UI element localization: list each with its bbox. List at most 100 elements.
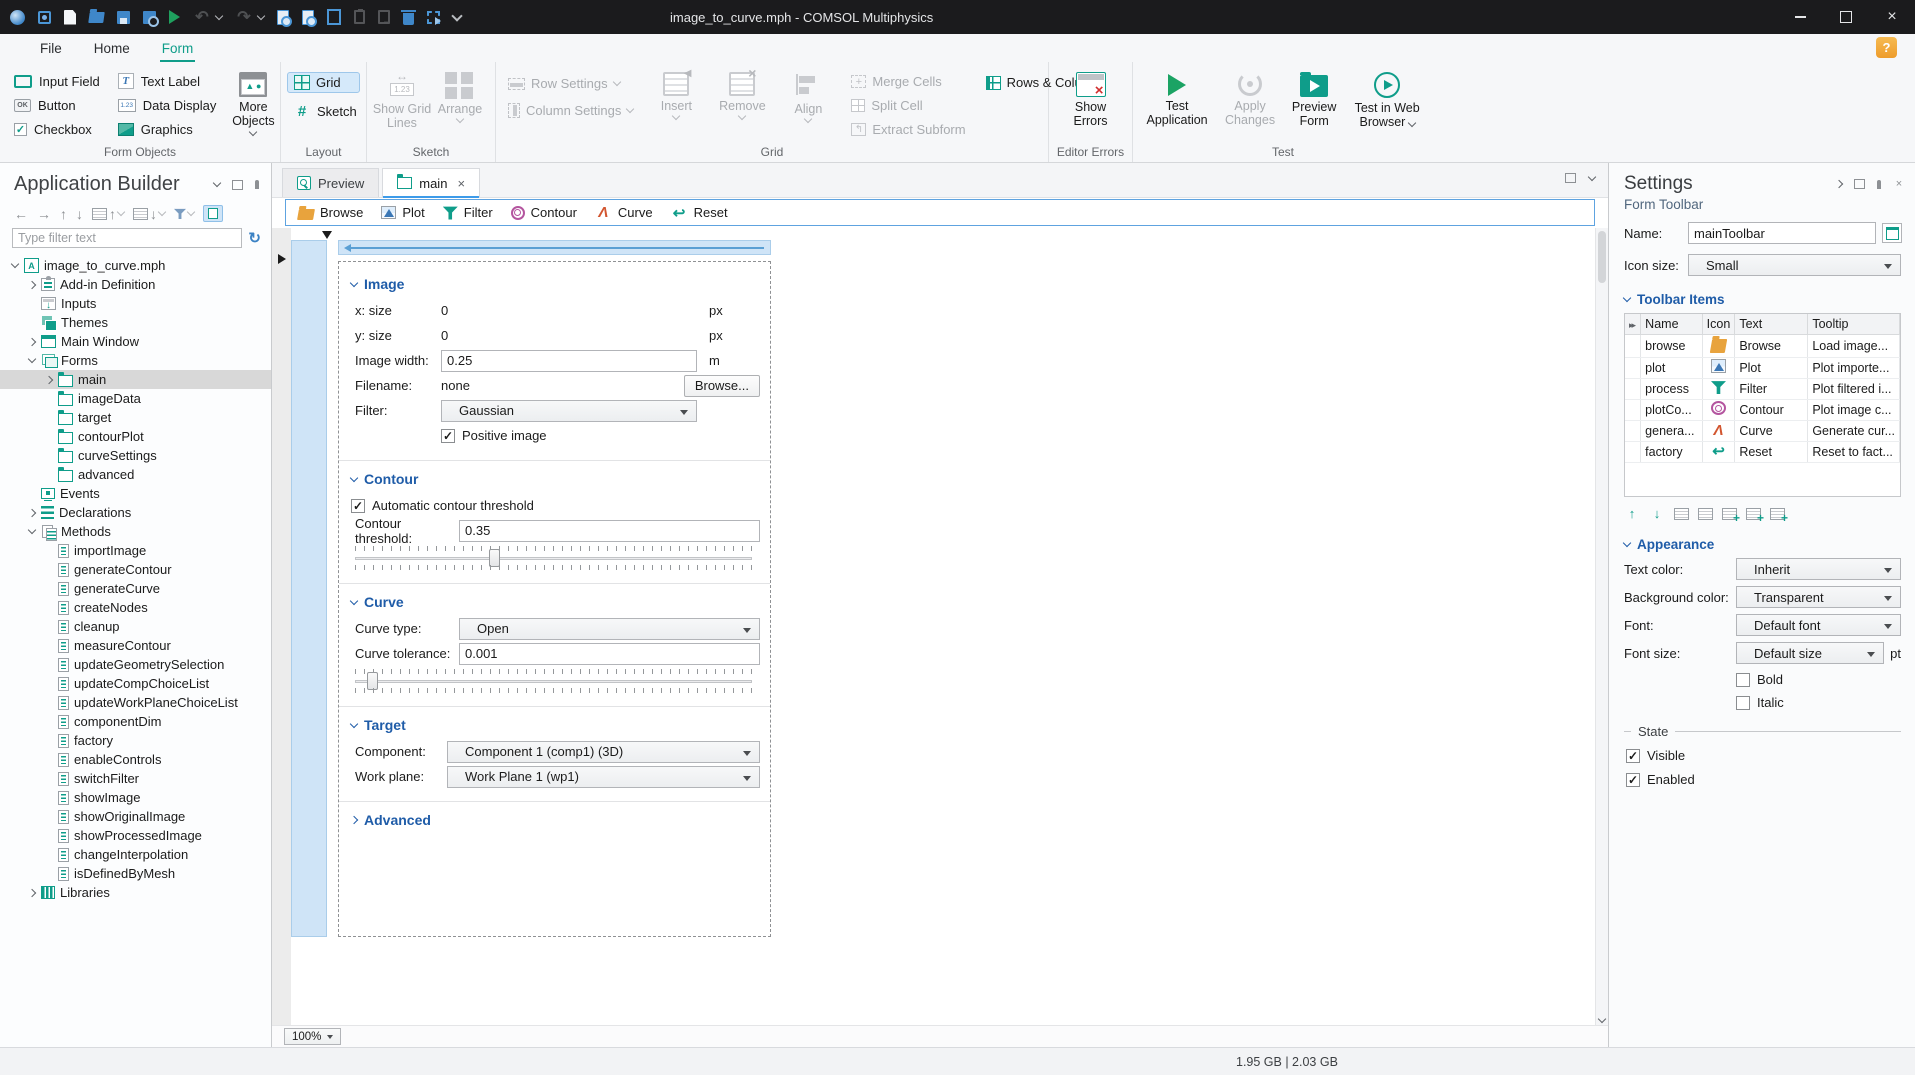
collapse-icon[interactable] <box>1586 172 1598 184</box>
tree-item-changeInterpolation[interactable]: changeInterpolation <box>0 845 271 864</box>
pin-icon[interactable] <box>251 179 263 191</box>
test-web-browser-button[interactable]: Test in Web Browser <box>1347 68 1427 134</box>
add-item-icon[interactable] <box>1722 507 1740 525</box>
contour-slider[interactable] <box>355 545 752 571</box>
sketch-mode-button[interactable]: Sketch <box>287 101 360 121</box>
insert-button[interactable]: Insert <box>647 68 705 123</box>
delete-icon[interactable] <box>401 9 416 25</box>
tree-item-main[interactable]: main <box>0 370 271 389</box>
merge-cells-button[interactable]: Merge Cells <box>845 72 971 91</box>
align-button[interactable]: Align <box>779 68 837 126</box>
scroll-down-icon[interactable] <box>1597 1014 1607 1024</box>
preview-form-button[interactable]: Preview Form <box>1285 68 1343 133</box>
tree-item-showProcessedImage[interactable]: showProcessedImage <box>0 826 271 845</box>
show-grid-lines-button[interactable]: Show Grid Lines <box>373 68 431 135</box>
tree-item-updateCompChoiceList[interactable]: updateCompChoiceList <box>0 674 271 693</box>
tree-item-Declarations[interactable]: Declarations <box>0 503 271 522</box>
tree-item-contourPlot[interactable]: contourPlot <box>0 427 271 446</box>
vertical-scrollbar[interactable] <box>1595 228 1608 1025</box>
close-icon[interactable]: × <box>1893 178 1905 190</box>
run-icon[interactable] <box>169 10 180 24</box>
redo-icon[interactable] <box>235 8 253 26</box>
move-up-icon[interactable]: ↑ <box>1624 506 1640 521</box>
expander-icon[interactable] <box>27 280 36 289</box>
tree-item-generateCurve[interactable]: generateCurve <box>0 579 271 598</box>
table-row[interactable]: plotCo... Contour Plot image c... <box>1625 399 1900 421</box>
float-icon[interactable] <box>1564 172 1576 184</box>
refresh-icon[interactable]: ↻ <box>248 229 261 247</box>
remove-button[interactable]: Remove <box>713 65 771 123</box>
duplicate-icon[interactable] <box>378 10 392 26</box>
filter-button[interactable]: Filter <box>442 205 493 220</box>
curve-slider[interactable] <box>355 668 752 694</box>
tree-item-isDefinedByMesh[interactable]: isDefinedByMesh <box>0 864 271 883</box>
bold-checkbox[interactable]: Bold <box>1736 672 1901 687</box>
toolbar-items-table[interactable]: ▸▸ Name Icon Text Tooltip browse Browse Load im… <box>1624 313 1901 497</box>
tree-item-Main Window[interactable]: Main Window <box>0 332 271 351</box>
tree-item-factory[interactable]: factory <box>0 731 271 750</box>
copy-icon[interactable] <box>327 8 341 25</box>
tree-item-measureContour[interactable]: measureContour <box>0 636 271 655</box>
tree-item-Themes[interactable]: Themes <box>0 313 271 332</box>
visible-checkbox[interactable]: Visible <box>1626 748 1901 763</box>
reset-button[interactable]: Reset <box>671 205 728 221</box>
table-row[interactable]: process Filter Plot filtered i... <box>1625 378 1900 400</box>
more-objects-button[interactable]: More Objects <box>224 68 282 139</box>
curve-tolerance-input[interactable]: 0.001 <box>459 642 760 665</box>
tree-item-importImage[interactable]: importImage <box>0 541 271 560</box>
tree-item-Add-in Definition[interactable]: Add-in Definition <box>0 275 271 294</box>
move-down-button[interactable]: ↓ <box>76 206 83 222</box>
name-input[interactable] <box>1688 222 1876 244</box>
chevron-down-icon[interactable] <box>211 178 223 191</box>
grid-mode-button[interactable]: Grid <box>287 72 360 93</box>
tree-item-target[interactable]: target <box>0 408 271 427</box>
input-field-button[interactable]: Input Field <box>10 70 104 92</box>
help-button[interactable]: ? <box>1876 37 1897 58</box>
float-icon[interactable] <box>231 179 243 191</box>
tree-item-componentDim[interactable]: componentDim <box>0 712 271 731</box>
component-combo[interactable]: Component 1 (comp1) (3D) <box>447 740 760 763</box>
paste-icon[interactable] <box>354 9 365 24</box>
collapse-all-button[interactable]: ↓ <box>133 206 167 222</box>
section-contour[interactable]: Contour <box>349 471 760 487</box>
auto-threshold-checkbox[interactable]: Automatic contour threshold <box>351 498 534 513</box>
tree-item-curveSettings[interactable]: curveSettings <box>0 446 271 465</box>
pin-icon[interactable] <box>1873 178 1885 190</box>
tree-item-enableControls[interactable]: enableControls <box>0 750 271 769</box>
enabled-checkbox[interactable]: Enabled <box>1626 772 1901 787</box>
text-color-combo[interactable]: Inherit <box>1736 558 1901 580</box>
tree-item-generateContour[interactable]: generateContour <box>0 560 271 579</box>
section-advanced[interactable]: Advanced <box>349 812 760 828</box>
table-row[interactable]: factory ResetReset to fact... <box>1625 441 1900 463</box>
list-icon[interactable] <box>1674 507 1689 520</box>
image-width-input[interactable]: 0.25 <box>441 349 697 372</box>
add-separator-icon[interactable] <box>1746 507 1764 525</box>
add-menu-icon[interactable] <box>1770 507 1788 525</box>
new-file-icon[interactable] <box>64 9 76 25</box>
tree-item-showImage[interactable]: showImage <box>0 788 271 807</box>
curve-button[interactable]: Curve <box>595 205 653 221</box>
column-settings-button[interactable]: Column Settings <box>502 101 639 120</box>
tree-item-showOriginalImage[interactable]: showOriginalImage <box>0 807 271 826</box>
expander-icon[interactable] <box>27 888 36 897</box>
scrollbar-thumb[interactable] <box>1598 231 1606 283</box>
float-icon[interactable] <box>1853 178 1865 190</box>
expander-icon[interactable] <box>27 354 36 364</box>
expand-all-button[interactable]: ↑ <box>92 206 126 222</box>
move-up-button[interactable]: ↑ <box>60 206 67 222</box>
contour-threshold-input[interactable]: 0.35 <box>459 519 760 542</box>
selected-row-band[interactable] <box>338 240 771 255</box>
forward-button[interactable]: → <box>37 206 51 222</box>
chevron-left-icon[interactable] <box>1833 178 1845 190</box>
menu-tab-home[interactable]: Home <box>78 37 146 62</box>
filter-button[interactable] <box>174 207 196 219</box>
back-button[interactable]: ← <box>14 206 28 222</box>
plot-button[interactable]: Plot <box>381 205 425 220</box>
save-icon[interactable] <box>117 10 130 24</box>
table-row[interactable]: browse Browse Load image... <box>1625 334 1900 358</box>
close-tab-icon[interactable]: × <box>457 176 465 191</box>
tree-item-switchFilter[interactable]: switchFilter <box>0 769 271 788</box>
form-reference-icon[interactable] <box>1882 223 1902 243</box>
maximize-button[interactable] <box>1823 0 1869 34</box>
form-canvas[interactable]: Image x: size 0 px y: size 0 px Image width:… <box>272 228 1608 1025</box>
